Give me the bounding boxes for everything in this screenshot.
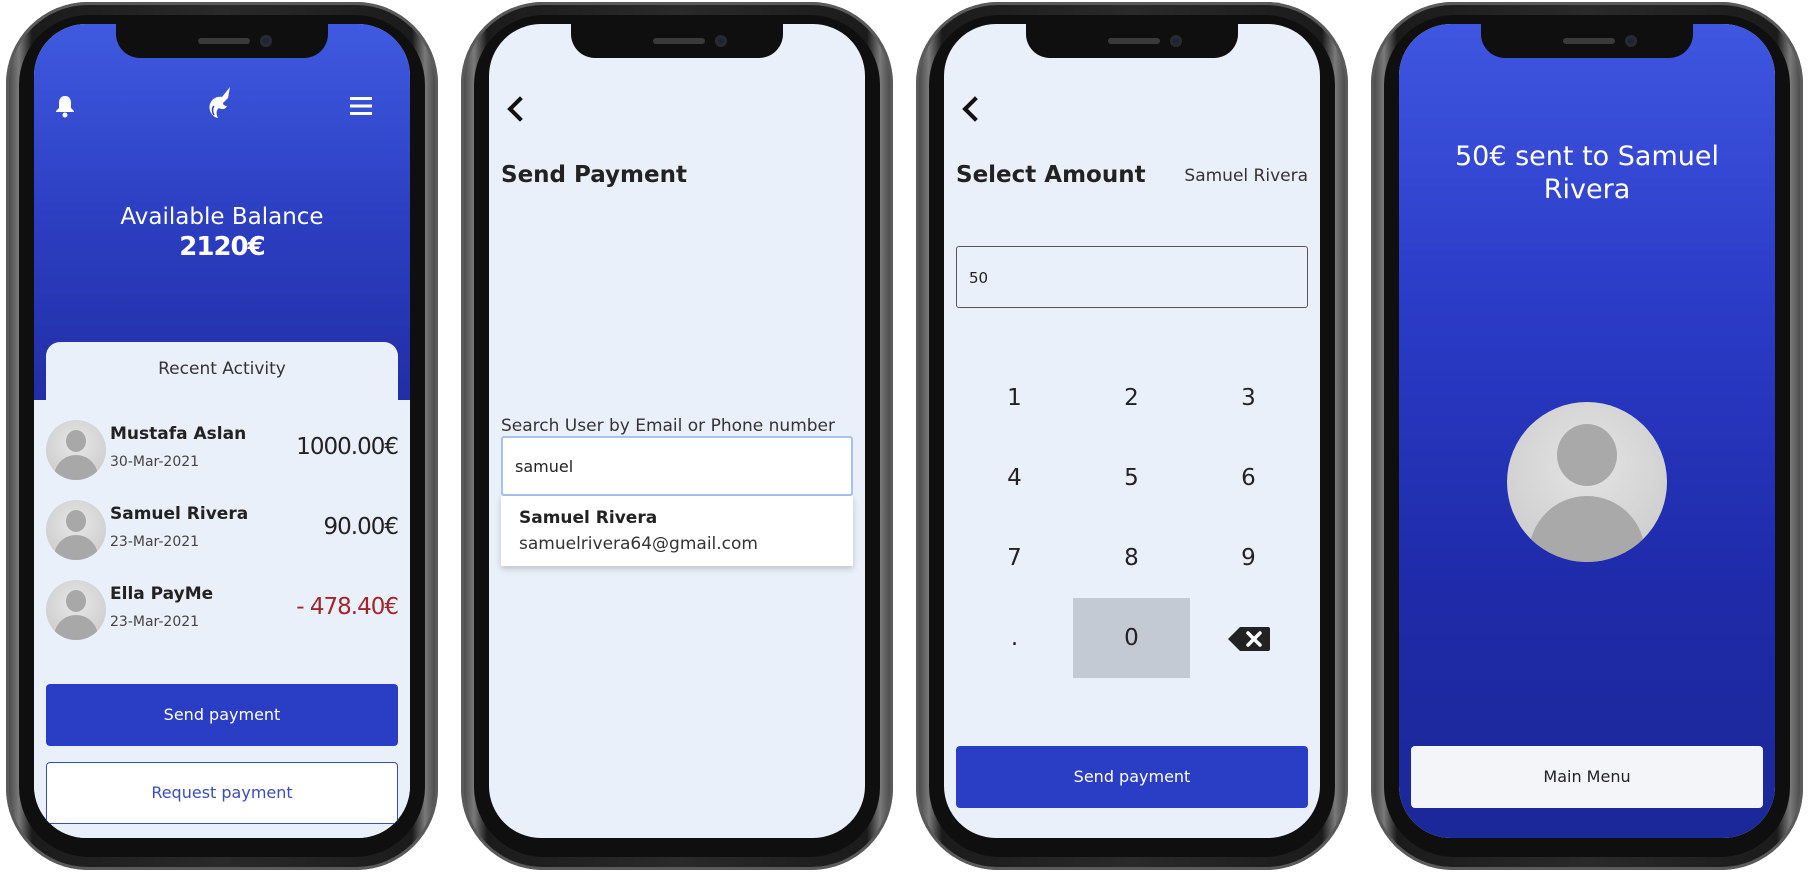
- main-menu-button[interactable]: Main Menu: [1411, 746, 1763, 808]
- keypad-key-2[interactable]: 2: [1073, 358, 1190, 438]
- recipient-name: Samuel Rivera: [1184, 166, 1308, 186]
- transaction-amount: 1000.00€: [296, 434, 399, 460]
- phone-notch: [116, 24, 328, 58]
- transaction-name: Mustafa Aslan: [110, 424, 247, 444]
- request-payment-button[interactable]: Request payment: [46, 762, 398, 824]
- transaction-row[interactable]: Samuel Rivera 23-Mar-2021 90.00€: [46, 500, 399, 564]
- confirmation-message: 50€ sent to Samuel Rivera: [1455, 141, 1719, 205]
- keypad-key-1[interactable]: 1: [956, 358, 1073, 438]
- phone-frame-confirmation: 50€ sent to Samuel Rivera Main Menu: [1371, 2, 1803, 870]
- send-payment-button[interactable]: Send payment: [956, 746, 1308, 808]
- phone-notch: [1481, 24, 1693, 58]
- avatar: [46, 420, 106, 480]
- back-arrow-icon[interactable]: [962, 96, 988, 122]
- unicorn-logo-icon: [200, 84, 240, 128]
- transaction-date: 30-Mar-2021: [110, 454, 200, 470]
- transaction-row[interactable]: Ella PayMe 23-Mar-2021 - 478.40€: [46, 580, 399, 644]
- phone-frame-send-payment: Send Payment Search User by Email or Pho…: [461, 2, 893, 870]
- transaction-date: 23-Mar-2021: [110, 614, 200, 630]
- select-amount-screen: Select Amount Samuel Rivera 50 1 2 3 4 5…: [944, 24, 1320, 838]
- amount-input[interactable]: 50: [956, 246, 1308, 308]
- phone-notch: [1026, 24, 1238, 58]
- phone-notch: [571, 24, 783, 58]
- search-input[interactable]: [501, 436, 853, 496]
- keypad-key-5[interactable]: 5: [1073, 438, 1190, 518]
- transaction-date: 23-Mar-2021: [110, 534, 200, 550]
- avatar: [46, 500, 106, 560]
- backspace-key[interactable]: [1190, 598, 1307, 678]
- phone-frame-select-amount: Select Amount Samuel Rivera 50 1 2 3 4 5…: [916, 2, 1348, 870]
- keypad-key-decimal[interactable]: .: [956, 598, 1073, 678]
- transaction-amount: 90.00€: [323, 514, 399, 540]
- transaction-row[interactable]: Mustafa Aslan 30-Mar-2021 1000.00€: [46, 420, 399, 484]
- keypad-key-7[interactable]: 7: [956, 518, 1073, 598]
- send-payment-button[interactable]: Send payment: [46, 684, 398, 746]
- backspace-icon: [1227, 626, 1270, 651]
- avatar: [46, 580, 106, 640]
- keypad-key-3[interactable]: 3: [1190, 358, 1307, 438]
- keypad-key-6[interactable]: 6: [1190, 438, 1307, 518]
- suggestion-email: samuelrivera64@gmail.com: [519, 534, 758, 554]
- back-arrow-icon[interactable]: [507, 96, 533, 122]
- balance-label: Available Balance: [120, 204, 324, 230]
- search-label: Search User by Email or Phone number: [501, 416, 835, 436]
- page-title: Send Payment: [501, 162, 687, 188]
- search-suggestion-dropdown[interactable]: Samuel Rivera samuelrivera64@gmail.com: [501, 496, 853, 566]
- transaction-name: Ella PayMe: [110, 584, 214, 604]
- transaction-amount-negative: - 478.40€: [296, 594, 399, 620]
- keypad-key-4[interactable]: 4: [956, 438, 1073, 518]
- bell-icon[interactable]: [54, 94, 76, 122]
- transaction-name: Samuel Rivera: [110, 504, 249, 524]
- balance-value: 2120€: [179, 232, 265, 262]
- keypad-key-8[interactable]: 8: [1073, 518, 1190, 598]
- recipient-avatar: [1507, 402, 1667, 562]
- page-title: Select Amount: [956, 162, 1146, 188]
- dashboard-screen: Available Balance 2120€ Recent Activity …: [34, 24, 410, 838]
- confirmation-screen: 50€ sent to Samuel Rivera Main Menu: [1399, 24, 1775, 838]
- hamburger-menu-icon[interactable]: [350, 96, 372, 120]
- phone-frame-dashboard: Available Balance 2120€ Recent Activity …: [6, 2, 438, 870]
- suggestion-name: Samuel Rivera: [519, 508, 658, 528]
- keypad-key-9[interactable]: 9: [1190, 518, 1307, 598]
- recent-activity-tab[interactable]: Recent Activity: [46, 342, 398, 422]
- send-payment-screen: Send Payment Search User by Email or Pho…: [489, 24, 865, 838]
- keypad-key-0[interactable]: 0: [1073, 598, 1190, 678]
